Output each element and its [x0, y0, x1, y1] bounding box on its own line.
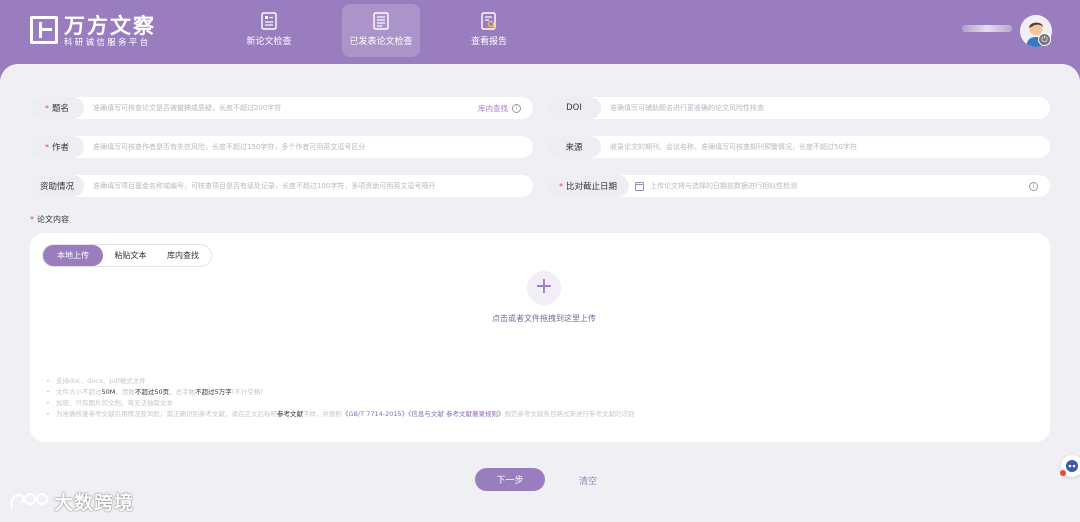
logo[interactable]: 万方文察 科研诚信服务平台: [30, 14, 156, 49]
library-search-link[interactable]: 库内查找: [478, 103, 508, 114]
notification-dot: [1060, 470, 1066, 476]
funding-label: 资助情况: [30, 175, 84, 197]
note-item: 加密、只有图片的文档，将无法抽取文本: [46, 398, 634, 409]
tab-library-search[interactable]: 库内查找: [158, 245, 208, 266]
funding-input[interactable]: [84, 176, 533, 196]
document-icon: [373, 12, 389, 30]
logo-subtitle: 科研诚信服务平台: [64, 38, 151, 48]
clear-button[interactable]: 清空: [579, 474, 597, 487]
upload-hint[interactable]: 点击或者文件拖拽到这里上传: [444, 313, 644, 324]
tab-local-upload[interactable]: 本地上传: [43, 245, 103, 266]
nav-label: 新论文检查: [246, 37, 292, 47]
title-input[interactable]: [84, 98, 478, 118]
deadline-field: *比对截止日期 i: [547, 175, 1050, 197]
note-item: 文件大小不超过50M，页数不超过50页，总字数不超过5万字(不计空格): [46, 387, 634, 398]
nav-label: 已发表论文检查: [349, 37, 413, 47]
info-icon[interactable]: i: [1029, 181, 1038, 191]
logo-title: 万方文察: [64, 14, 156, 38]
funding-field: 资助情况: [30, 175, 533, 197]
content-tabs: 本地上传 粘贴文本 库内查找: [42, 244, 212, 267]
deadline-input[interactable]: [644, 176, 1029, 196]
info-icon[interactable]: i: [512, 103, 521, 113]
upload-plus-icon[interactable]: +: [527, 271, 561, 305]
source-field: 来源: [547, 136, 1050, 158]
deadline-label: * 比对截止日期: [547, 175, 629, 197]
next-button[interactable]: 下一步: [475, 468, 545, 491]
author-label: * 作者: [30, 136, 84, 158]
source-label: 来源: [547, 136, 601, 158]
content-section-label: * 论文内容: [30, 215, 69, 224]
watermark-logo-icon: [10, 492, 48, 509]
document-list-icon: [261, 12, 277, 30]
logo-mark-icon: [30, 16, 58, 44]
nav-new-paper-check[interactable]: 新论文检查: [230, 4, 308, 57]
watermark: 大数跨境: [8, 488, 134, 515]
report-search-icon: [481, 12, 496, 30]
author-field: * 作者: [30, 136, 533, 158]
note-item: 支持doc、docx、pdf格式文件: [46, 376, 634, 387]
doi-label: DOI: [547, 97, 601, 119]
nav-published-paper-check[interactable]: 已发表论文检查: [342, 4, 420, 57]
tab-paste-text[interactable]: 粘贴文本: [103, 245, 158, 266]
doi-input[interactable]: [601, 98, 1050, 118]
title-label: * 题名: [30, 97, 84, 119]
power-icon[interactable]: ⏻: [1038, 33, 1051, 46]
username[interactable]: [962, 25, 1012, 32]
calendar-icon[interactable]: [635, 181, 644, 191]
doi-field: DOI: [547, 97, 1050, 119]
author-input[interactable]: [84, 137, 533, 157]
upload-card: 本地上传 粘贴文本 库内查找 + 点击或者文件拖拽到这里上传 支持doc、doc…: [30, 233, 1050, 442]
nav-label: 查看报告: [470, 37, 507, 47]
nav-view-report[interactable]: 查看报告: [450, 4, 528, 57]
note-item: 为准确核查参考文献引用情况及风险，需正确识别参考文献，请在正文后标明参考文献字样…: [46, 409, 634, 420]
upload-notes: 支持doc、docx、pdf格式文件 文件大小不超过50M，页数不超过50页，总…: [46, 376, 634, 420]
source-input[interactable]: [601, 137, 1050, 157]
title-field: *题名 库内查找 i: [30, 97, 533, 119]
